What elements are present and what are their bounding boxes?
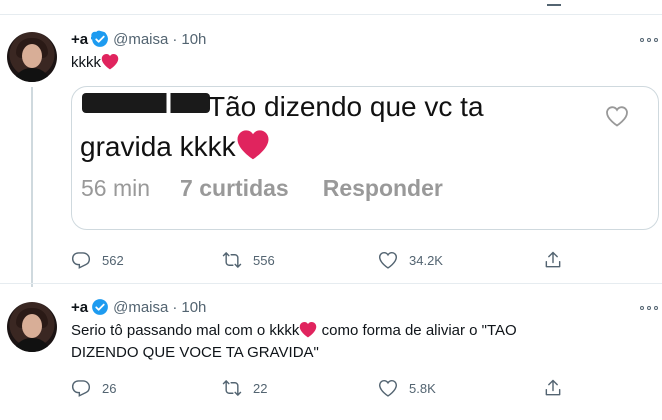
tweet-header: +a @maisa · 10h	[71, 298, 206, 316]
embedded-reply: Responder	[322, 175, 443, 201]
tweet-1[interactable]: +a @maisa · 10h kkkk Tão dizendo que vc …	[0, 0, 662, 287]
tweet-2[interactable]: +a @maisa · 10h Serio tô passando mal co…	[0, 284, 662, 420]
reply-button[interactable]: 26	[71, 378, 116, 398]
like-count: 34.2K	[409, 252, 443, 268]
retweet-icon	[222, 252, 242, 268]
reply-count: 26	[102, 380, 117, 396]
separator-dot: ·	[172, 298, 178, 316]
embedded-likes: 7 curtidas	[180, 175, 289, 201]
avatar[interactable]	[7, 32, 57, 82]
tweet-text-content: kkkk	[71, 54, 101, 71]
like-button[interactable]: 34.2K	[378, 250, 443, 270]
retweet-count: 556	[253, 252, 275, 268]
reply-button[interactable]: 562	[71, 250, 124, 270]
reply-count: 562	[102, 252, 124, 268]
handle[interactable]: @maisa	[113, 299, 168, 316]
embedded-age: 56 min	[81, 175, 151, 201]
avatar[interactable]	[7, 302, 57, 352]
like-icon	[378, 251, 398, 269]
like-button[interactable]: 5.8K	[378, 378, 436, 398]
embedded-like-icon	[606, 106, 628, 127]
share-button[interactable]	[543, 378, 563, 398]
verified-badge-icon	[91, 30, 108, 47]
reply-icon	[71, 252, 91, 269]
timestamp[interactable]: 10h	[181, 31, 206, 48]
more-icon[interactable]	[640, 304, 660, 312]
display-name[interactable]: +a	[71, 31, 88, 48]
retweet-icon	[222, 380, 242, 396]
separator-dot: ·	[172, 30, 178, 48]
tweet-header: +a @maisa · 10h	[71, 30, 206, 48]
retweet-count: 22	[253, 380, 268, 396]
embedded-comment-text: Tão dizendo que vc ta gravida kkkk	[80, 87, 484, 167]
embedded-line-2: gravida kkkk	[80, 131, 236, 162]
red-heart-emoji	[300, 322, 317, 338]
timestamp[interactable]: 10h	[181, 299, 206, 316]
share-icon	[545, 251, 561, 268]
tweet-text-part1: Serio tô passando mal com o kkkk	[71, 322, 300, 339]
like-count: 5.8K	[409, 380, 436, 396]
tweet-text-line2: DIZENDO QUE VOCE TA GRAVIDA"	[71, 344, 319, 361]
retweet-button[interactable]: 556	[222, 250, 275, 270]
red-heart-emoji	[101, 54, 119, 70]
handle[interactable]: @maisa	[113, 31, 168, 48]
tweet-actions: 26 22 5.8K	[0, 378, 662, 402]
share-button[interactable]	[543, 250, 563, 270]
like-icon	[378, 379, 398, 397]
embedded-line-1: Tão dizendo que vc ta	[208, 91, 484, 122]
share-icon	[545, 379, 561, 396]
tweet-text: Serio tô passando mal com o kkkk como fo…	[71, 320, 651, 364]
display-name[interactable]: +a	[71, 299, 88, 316]
retweet-button[interactable]: 22	[222, 378, 267, 398]
red-heart-emoji	[237, 130, 269, 160]
verified-badge-icon	[92, 299, 108, 315]
tweet-text: kkkk	[71, 52, 119, 74]
embedded-screenshot[interactable]: Tão dizendo que vc ta gravida kkkk 56 mi…	[71, 86, 659, 230]
more-icon[interactable]	[640, 36, 660, 44]
tweet-actions: 562 556 34.2K	[0, 250, 662, 274]
embedded-meta: 56 min 7 curtidas Responder	[81, 175, 443, 202]
reply-icon	[71, 380, 91, 397]
tweet-text-part2: como forma de aliviar o "TAO	[317, 322, 517, 339]
